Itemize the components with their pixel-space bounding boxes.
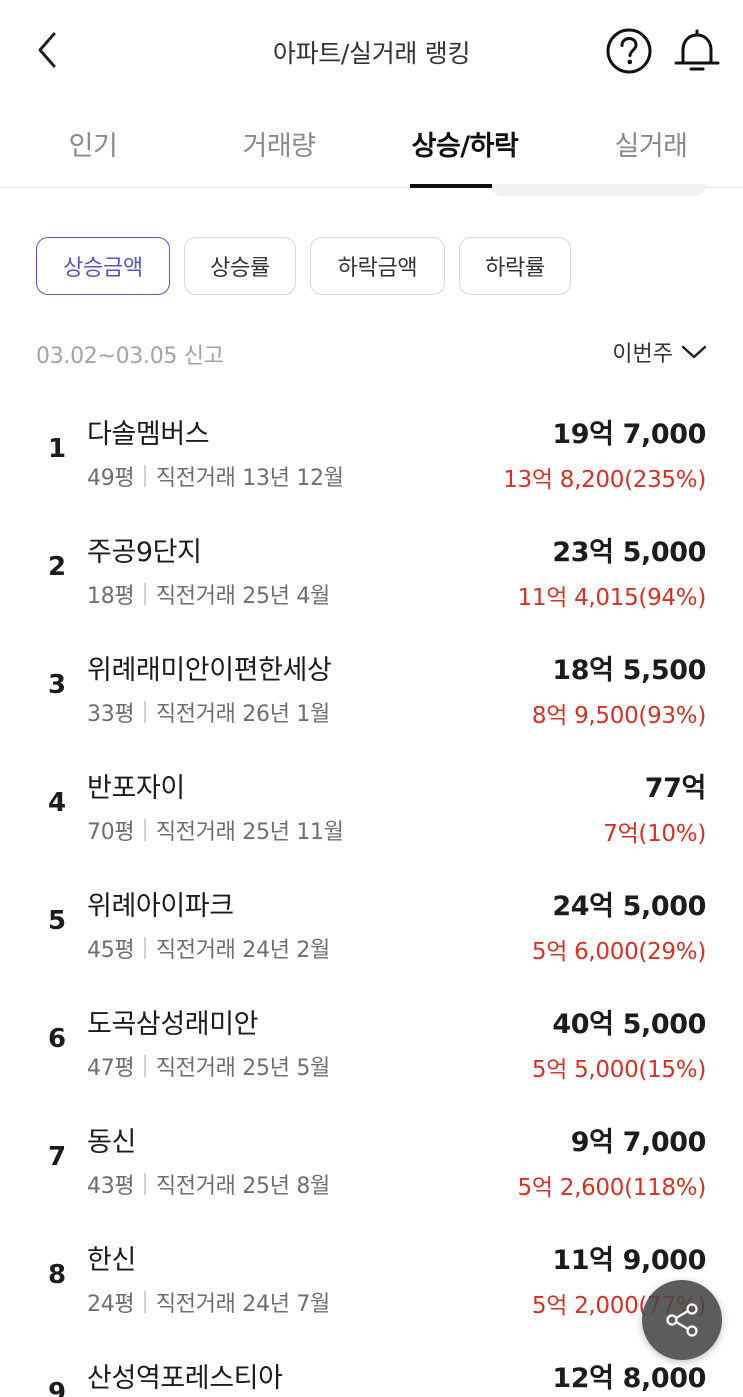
rank-number: 9 [48,1378,67,1397]
divider [144,937,146,959]
rank-number: 5 [48,906,67,936]
previous-trade: 직전거래 24년 7월 [155,1292,330,1317]
apartment-name: 동신 [87,1127,136,1158]
apartment-name: 한신 [87,1245,136,1276]
trade-price: 23억 5,000 [552,537,706,568]
price-change: 5억 2,600(118%) [517,1175,707,1201]
price-change: 5억 5,000(15%) [531,1057,706,1083]
apartment-meta: 24평 직전거래 24년 7월 [87,1286,330,1318]
filter-fall-rate[interactable]: 하락률 [459,237,571,295]
period-dropdown[interactable]: 이번주 [612,336,707,368]
price-change: 13억 8,200(235%) [503,467,706,493]
share-button[interactable] [642,1280,722,1360]
tab-scroll-shadow [492,184,706,196]
divider [144,1173,146,1195]
apartment-size: 47평 [87,1056,135,1081]
filter-fall-amount[interactable]: 하락금액 [310,237,445,295]
filter-rise-rate[interactable]: 상승률 [184,237,296,295]
apartment-name: 위례래미안이편한세상 [87,655,332,686]
trade-price: 24억 5,000 [552,891,706,922]
previous-trade: 직전거래 13년 12월 [155,466,344,491]
apartment-name: 도곡삼성래미안 [87,1009,259,1040]
tab-rise-fall[interactable]: 상승/하락 [402,124,528,188]
rank-number: 7 [48,1142,67,1172]
previous-trade: 직전거래 26년 1월 [155,702,330,727]
app-header: 아파트/실거래 랭킹 [0,0,743,100]
notifications-button[interactable] [671,25,723,77]
previous-trade: 직전거래 25년 8월 [155,1174,330,1199]
rank-number: 4 [48,788,67,818]
list-item[interactable]: 6 도곡삼성래미안 47평 직전거래 25년 5월 40억 5,000 5억 5,… [0,984,743,1102]
apartment-meta: 70평 직전거래 25년 11월 [87,814,344,846]
list-item[interactable]: 3 위례래미안이편한세상 33평 직전거래 26년 1월 18억 5,500 8억… [0,630,743,748]
trade-price: 77억 [644,773,707,804]
previous-trade: 직전거래 25년 4월 [155,584,330,609]
rank-number: 6 [48,1024,67,1054]
list-item[interactable]: 1 다솔멤버스 49평 직전거래 13년 12월 19억 7,000 13억 8,… [0,394,743,512]
ranking-page: 아파트/실거래 랭킹 인기 거래량 상승/하락 실거래 상승금액 상승률 하락금… [0,0,743,1397]
trade-price: 9억 7,000 [570,1127,707,1158]
apartment-size: 70평 [87,820,135,845]
bell-icon [674,29,720,71]
apartment-meta: 33평 직전거래 26년 1월 [87,696,330,728]
rank-number: 1 [48,434,67,464]
apartment-name: 산성역포레스티아 [87,1363,283,1394]
apartment-name: 반포자이 [87,773,185,804]
rank-number: 8 [48,1260,67,1290]
divider [144,465,146,487]
trade-price: 11억 9,000 [552,1245,706,1276]
divider [144,819,146,841]
previous-trade: 직전거래 25년 11월 [155,820,344,845]
period-dropdown-label: 이번주 [612,342,673,367]
category-tabs: 인기 거래량 상승/하락 실거래 [0,100,743,188]
trade-price: 18억 5,500 [552,655,706,686]
price-change: 8억 9,500(93%) [531,703,706,729]
share-icon [666,1303,698,1337]
apartment-meta: 49평 직전거래 13년 12월 [87,460,344,492]
list-item[interactable]: 9 산성역포레스티아 12억 8,000 [0,1338,743,1397]
list-item[interactable]: 7 동신 43평 직전거래 25년 8월 9억 7,000 5억 2,600(11… [0,1102,743,1220]
rank-number: 3 [48,670,67,700]
divider [144,1055,146,1077]
apartment-size: 43평 [87,1174,135,1199]
apartment-size: 33평 [87,702,135,727]
divider [144,701,146,723]
apartment-size: 18평 [87,584,135,609]
apartment-meta: 47평 직전거래 25년 5월 [87,1050,330,1082]
question-circle-icon [606,28,652,74]
tab-popular[interactable]: 인기 [40,124,146,188]
list-item[interactable]: 8 한신 24평 직전거래 24년 7월 11억 9,000 5억 2,000(7… [0,1220,743,1338]
chevron-down-icon [681,345,707,359]
apartment-size: 49평 [87,466,135,491]
trade-price: 40억 5,000 [552,1009,706,1040]
divider [144,1291,146,1313]
previous-trade: 직전거래 25년 5월 [155,1056,330,1081]
price-change: 5억 6,000(29%) [531,939,706,965]
apartment-size: 24평 [87,1292,135,1317]
apartment-size: 45평 [87,938,135,963]
apartment-meta: 45평 직전거래 24년 2월 [87,932,330,964]
filter-rise-amount[interactable]: 상승금액 [36,237,170,295]
list-item[interactable]: 4 반포자이 70평 직전거래 25년 11월 77억 7억(10%) [0,748,743,866]
apartment-name: 다솔멤버스 [87,419,210,450]
price-change: 11억 4,015(94%) [517,585,707,611]
divider [144,583,146,605]
previous-trade: 직전거래 24년 2월 [155,938,330,963]
apartment-name: 위례아이파크 [87,891,234,922]
help-button[interactable] [605,27,653,75]
rank-number: 2 [48,552,67,582]
trade-price: 12억 8,000 [552,1363,706,1394]
list-item[interactable]: 2 주공9단지 18평 직전거래 25년 4월 23억 5,000 11억 4,0… [0,512,743,630]
apartment-meta: 18평 직전거래 25년 4월 [87,578,330,610]
tab-volume[interactable]: 거래량 [224,124,334,188]
apartment-meta: 43평 직전거래 25년 8월 [87,1168,330,1200]
tab-real-trade[interactable]: 실거래 [596,124,706,188]
apartment-name: 주공9단지 [87,537,202,568]
list-item[interactable]: 5 위례아이파크 45평 직전거래 24년 2월 24억 5,000 5억 6,0… [0,866,743,984]
trade-price: 19억 7,000 [552,419,706,450]
report-period: 03.02~03.05 신고 [36,344,224,369]
price-change: 7억(10%) [603,821,706,847]
